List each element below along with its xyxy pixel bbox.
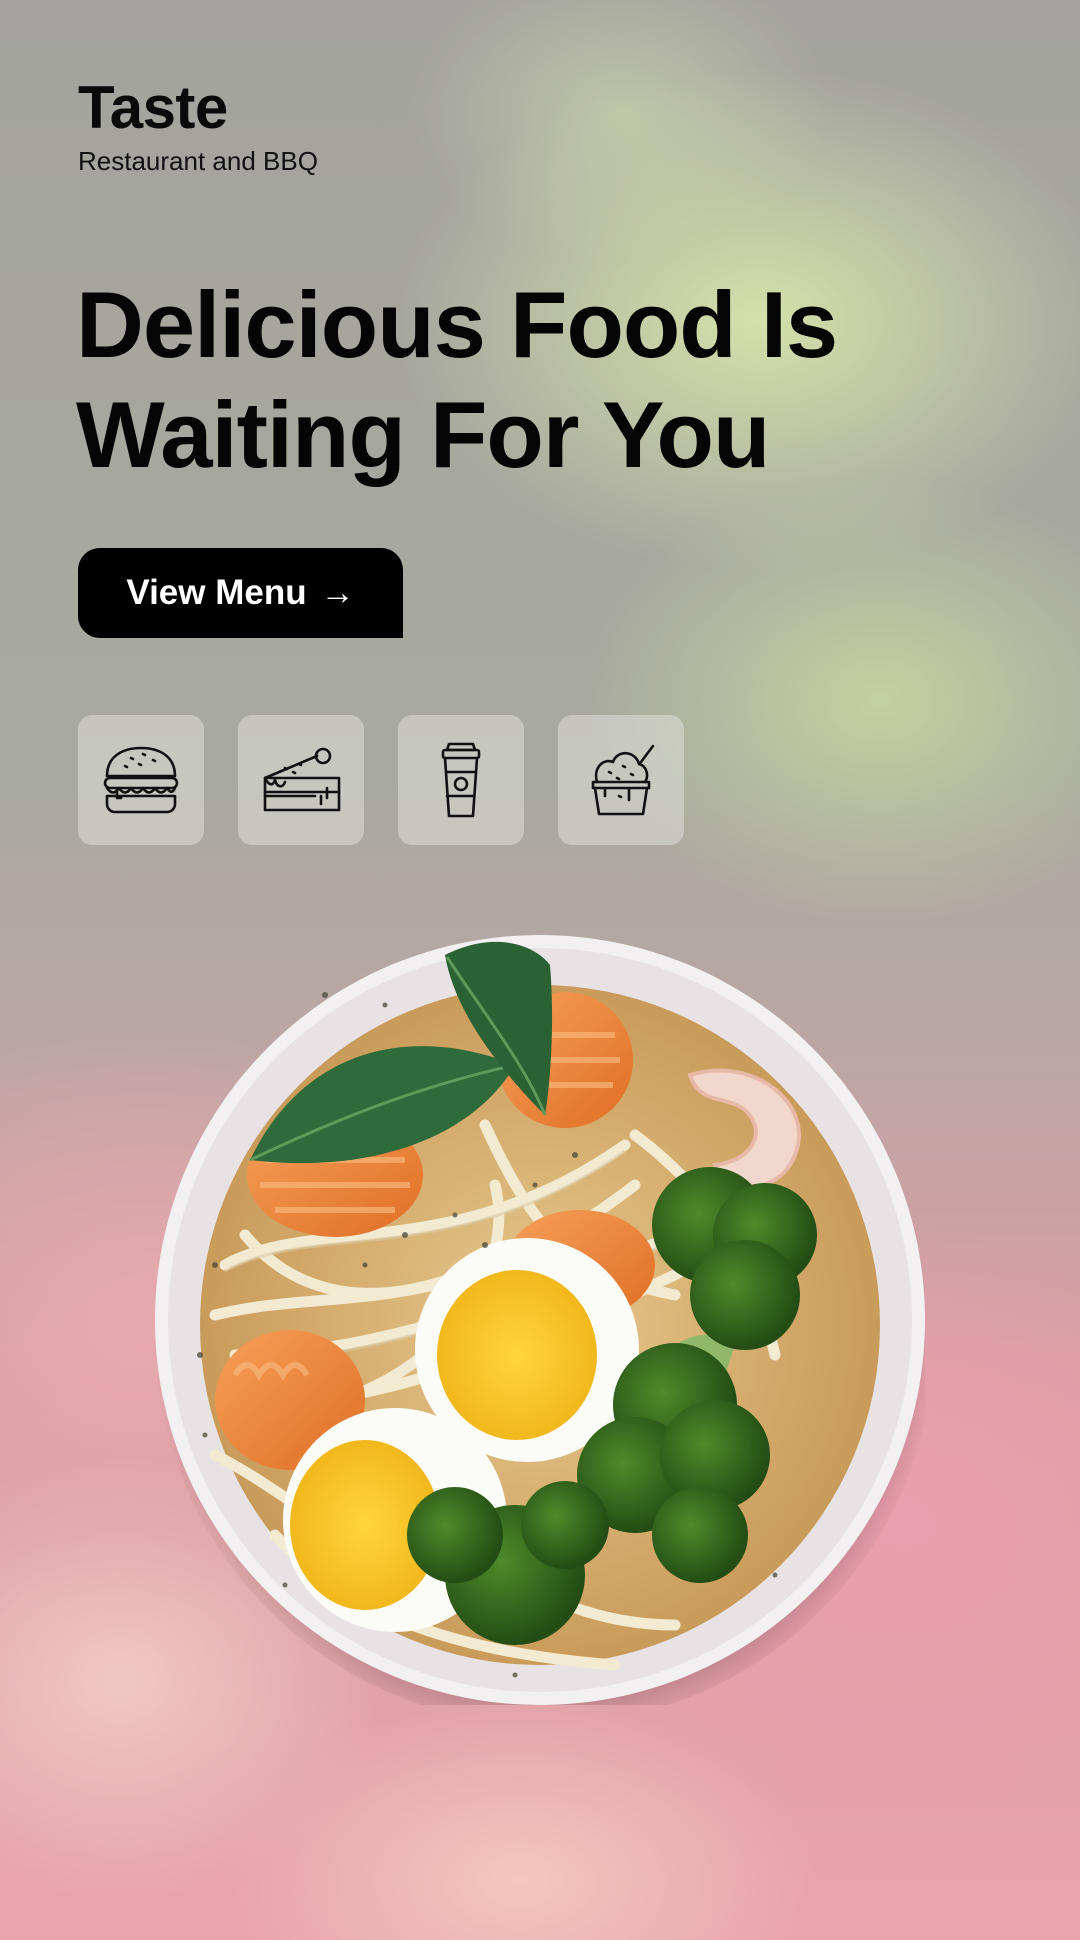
view-menu-button[interactable]: View Menu →: [78, 548, 403, 638]
category-drinks[interactable]: [398, 715, 524, 845]
category-burger[interactable]: [78, 715, 204, 845]
headline-line-2: Waiting For You: [76, 382, 770, 487]
category-row: [78, 715, 684, 845]
coffee-cup-icon: [441, 742, 481, 818]
brand: Taste Restaurant and BBQ: [78, 72, 318, 177]
cake-slice-icon: [263, 747, 341, 812]
burger-icon: [103, 746, 179, 814]
brand-subtitle: Restaurant and BBQ: [78, 146, 318, 176]
category-dessert[interactable]: [238, 715, 364, 845]
category-ice-cream[interactable]: [558, 715, 684, 845]
view-menu-label: View Menu: [126, 573, 307, 612]
brand-title: Taste: [78, 74, 228, 141]
hero-headline: Delicious Food Is Waiting For You: [76, 270, 976, 490]
ice-cream-icon: [591, 744, 655, 816]
headline-line-1: Delicious Food Is: [76, 272, 838, 377]
arrow-right-icon: →: [320, 573, 355, 612]
noodle-bowl-image: [155, 935, 925, 1705]
